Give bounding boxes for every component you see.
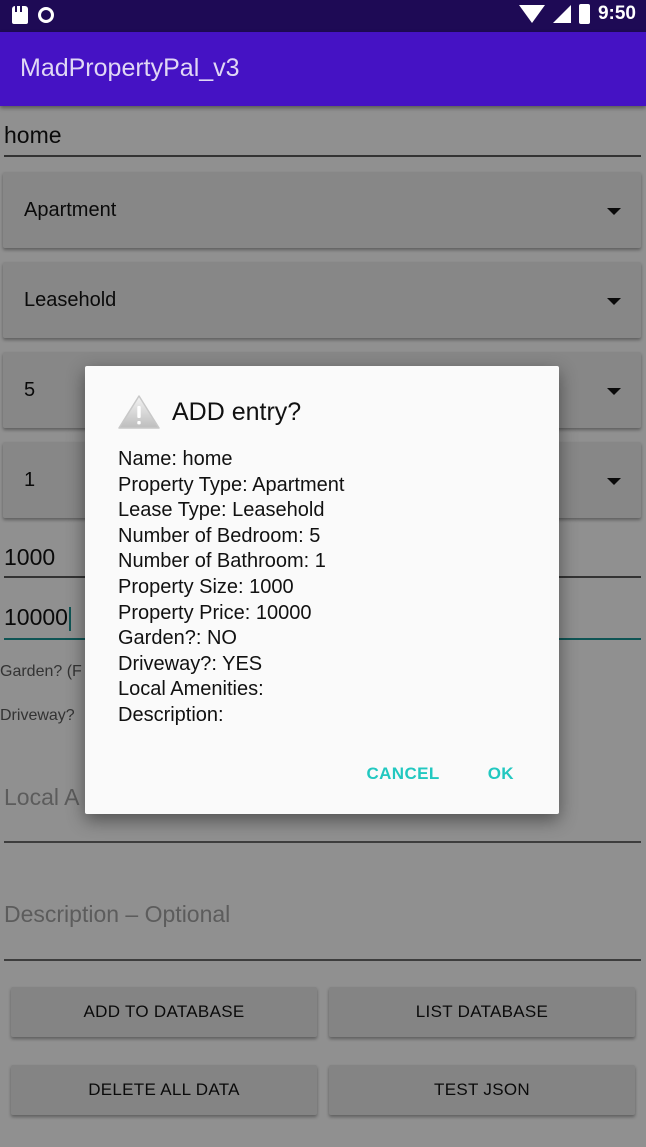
dialog-line: Number of Bathroom: 1 [118, 550, 326, 573]
ok-button[interactable]: OK [488, 764, 514, 784]
dialog-line: Lease Type: Leasehold [118, 499, 325, 522]
warning-icon [118, 395, 160, 429]
dialog-line: Property Size: 1000 [118, 575, 294, 598]
signal-icon [552, 5, 571, 23]
notification-circle-icon [38, 7, 54, 23]
status-time: 9:50 [597, 3, 636, 24]
dialog-line: Name: home [118, 448, 233, 470]
status-bar: 9:50 [0, 0, 646, 32]
sd-card-icon [12, 6, 28, 24]
wifi-icon [518, 5, 545, 23]
dialog-line: Local Amenities: [118, 678, 264, 701]
dialog-line: Property Type: Apartment [118, 473, 345, 496]
battery-icon [578, 4, 590, 24]
dialog-title: ADD entry? [172, 398, 302, 426]
dialog-line: Description: [118, 703, 224, 726]
dialog-line: Number of Bedroom: 5 [118, 524, 321, 547]
cancel-button[interactable]: CANCEL [366, 764, 439, 784]
dialog-line: Property Price: 10000 [118, 601, 312, 624]
dialog-message: Name: home Property Type: Apartment Leas… [118, 447, 344, 729]
app-title: MadPropertyPal_v3 [20, 54, 240, 82]
dialog-line: Driveway?: YES [118, 652, 263, 675]
app-bar: MadPropertyPal_v3 [0, 32, 646, 106]
add-entry-dialog: ADD entry? Name: home Property Type: Apa… [85, 366, 559, 814]
dialog-line: Garden?: NO [118, 627, 237, 650]
